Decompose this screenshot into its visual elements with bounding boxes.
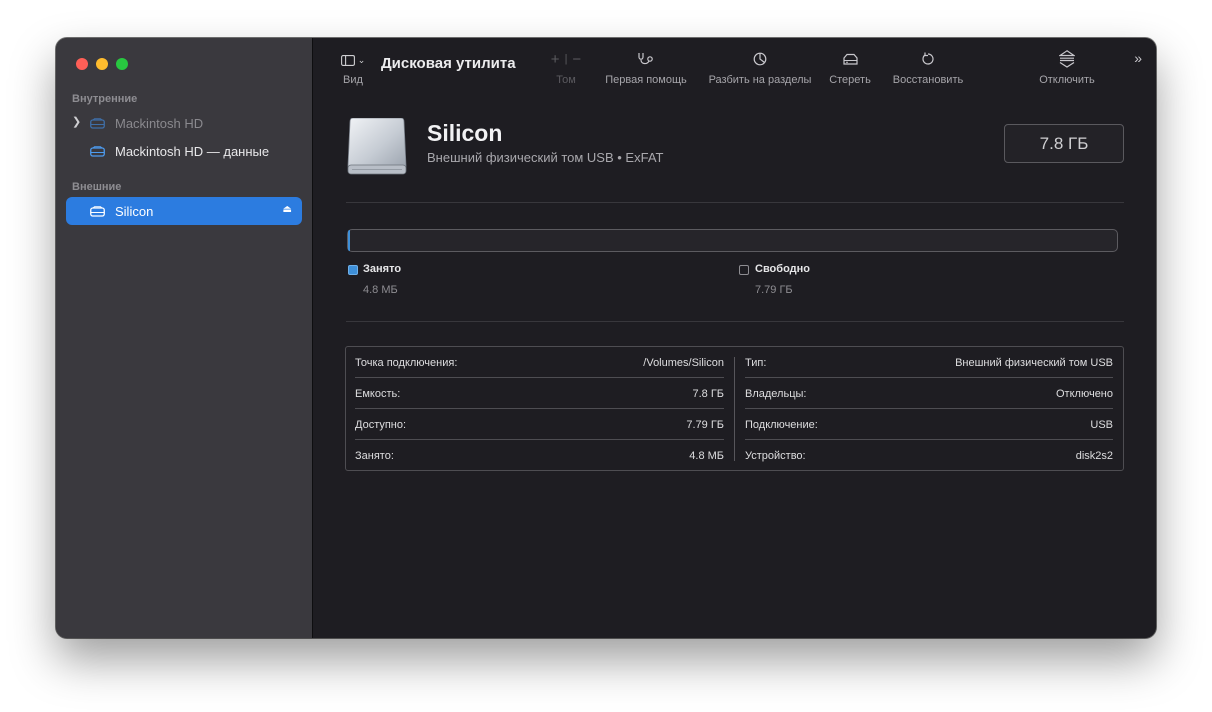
stethoscope-icon [601, 50, 691, 68]
main-content: ⌄ Вид Дисковая утилита + | − Том Первая по… [313, 38, 1156, 638]
column-divider [734, 357, 735, 461]
unmount-icon [1031, 50, 1103, 68]
chevron-right-icon[interactable]: ❯ [72, 115, 81, 128]
sidebar: Внутренние ❯ Mackintosh HD Mackintosh HD… [56, 38, 313, 638]
volume-info-table: Точка подключения: /Volumes/Silicon Емко… [345, 346, 1124, 471]
info-key: Занято: [355, 450, 394, 462]
info-value: disk2s2 [1075, 450, 1113, 462]
app-title: Дисковая утилита [381, 55, 516, 72]
info-key: Устройство: [745, 450, 806, 462]
disk-icon [90, 205, 105, 220]
sidebar-item-label: Mackintosh HD — данные [115, 144, 270, 159]
minimize-button[interactable] [96, 58, 108, 70]
disk-icon [90, 117, 105, 132]
info-key: Подключение: [745, 419, 818, 431]
first-aid-button[interactable]: Первая помощь [601, 50, 691, 86]
sidebar-item-label: Mackintosh HD [115, 116, 204, 131]
more-chevron-icon[interactable]: » [1134, 50, 1142, 66]
info-key: Точка подключения: [355, 357, 458, 369]
restore-icon [881, 50, 975, 68]
partition-button[interactable]: Разбить на разделы [703, 50, 817, 86]
restore-label: Восстановить [892, 74, 964, 86]
sidebar-item-label: Silicon [115, 204, 154, 219]
external-drive-icon [347, 117, 407, 181]
used-legend-swatch [348, 265, 358, 275]
info-key: Тип: [745, 357, 767, 369]
info-key: Доступно: [355, 419, 407, 431]
zoom-button[interactable] [116, 58, 128, 70]
info-value: 7.8 ГБ [692, 388, 724, 400]
add-remove-volume-icon: + | − [550, 50, 582, 68]
info-value: /Volumes/Silicon [643, 357, 724, 369]
sidebar-section-external: Внешние [72, 181, 122, 193]
erase-button[interactable]: Стереть [823, 50, 877, 86]
free-legend-swatch [739, 265, 749, 275]
info-row-used: Занято: 4.8 МБ [355, 440, 724, 471]
info-value: USB [1090, 419, 1113, 431]
view-toggle[interactable]: ⌄ Вид [335, 52, 371, 86]
divider [346, 321, 1124, 322]
info-row-owners: Владельцы: Отключено [745, 378, 1113, 409]
unmount-button[interactable]: Отключить [1031, 50, 1103, 86]
info-row-capacity: Емкость: 7.8 ГБ [355, 378, 724, 409]
first-aid-label: Первая помощь [605, 74, 687, 86]
info-value: Внешний физический том USB [955, 357, 1113, 369]
info-value: Отключено [1056, 388, 1113, 400]
info-key: Емкость: [355, 388, 401, 400]
sidebar-item-mackintosh-hd-data[interactable]: Mackintosh HD — данные [66, 137, 302, 165]
view-label: Вид [343, 74, 363, 86]
usage-bar [347, 229, 1118, 252]
volume-name: Silicon [427, 120, 503, 146]
eraser-icon [823, 50, 877, 68]
info-row-connection: Подключение: USB [745, 409, 1113, 440]
erase-label: Стереть [829, 74, 871, 86]
volume-label: Том [556, 74, 576, 86]
close-button[interactable] [76, 58, 88, 70]
sidebar-item-mackintosh-hd[interactable]: ❯ Mackintosh HD [66, 109, 302, 137]
free-label: Свободно [755, 263, 810, 275]
free-value: 7.79 ГБ [755, 284, 793, 296]
eject-icon[interactable]: ⏏ [283, 204, 292, 215]
sidebar-item-silicon[interactable]: Silicon ⏏ [66, 197, 302, 225]
partition-label: Разбить на разделы [708, 74, 812, 86]
restore-button[interactable]: Восстановить [881, 50, 975, 86]
info-row-type: Тип: Внешний физический том USB [745, 347, 1113, 378]
volume-description: Внешний физический том USB • ExFAT [427, 150, 664, 165]
volume-size-badge: 7.8 ГБ [1004, 124, 1124, 163]
disk-icon [90, 145, 105, 160]
sidebar-section-internal: Внутренние [72, 93, 138, 105]
chevron-down-icon: ⌄ [357, 54, 366, 65]
disk-utility-window: Внутренние ❯ Mackintosh HD Mackintosh HD… [56, 38, 1156, 638]
info-value: 7.79 ГБ [686, 419, 724, 431]
sidebar-toggle-icon: ⌄ [335, 52, 371, 68]
info-row-device: Устройство: disk2s2 [745, 440, 1113, 471]
unmount-label: Отключить [1039, 74, 1095, 86]
info-row-available: Доступно: 7.79 ГБ [355, 409, 724, 440]
pie-chart-icon [703, 50, 817, 68]
info-key: Владельцы: [745, 388, 807, 400]
used-value: 4.8 МБ [363, 284, 398, 296]
used-label: Занято [363, 263, 402, 275]
volume-button[interactable]: + | − Том [543, 50, 589, 87]
info-value: 4.8 МБ [689, 450, 724, 462]
info-row-mount-point: Точка подключения: /Volumes/Silicon [355, 347, 724, 378]
usage-bar-used-fill [348, 230, 351, 251]
divider [346, 202, 1124, 203]
